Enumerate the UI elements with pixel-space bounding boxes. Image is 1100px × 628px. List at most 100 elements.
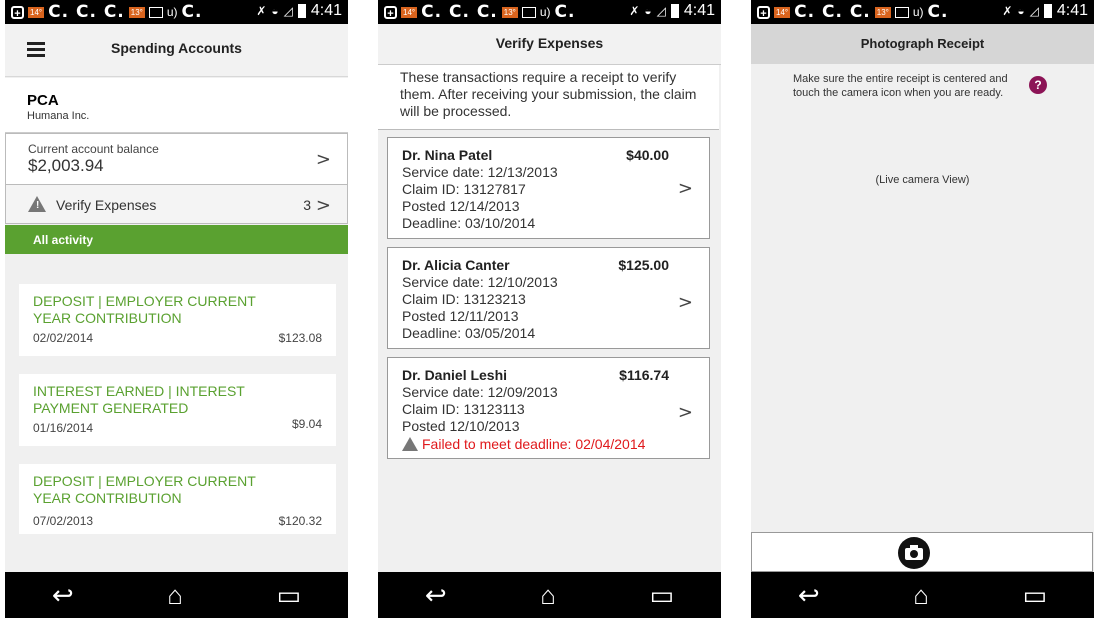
app-header: Photograph Receipt: [751, 24, 1094, 64]
account-name: PCA: [27, 92, 59, 109]
clock: 4:41: [310, 2, 342, 19]
image-icon: [521, 6, 536, 18]
app-header: Verify Expenses: [378, 24, 721, 65]
notification-text: C.: [554, 2, 576, 22]
expense-card[interactable]: Dr. Nina Patel $40.00 Service date: 12/1…: [387, 137, 710, 239]
add-icon: +: [384, 5, 397, 20]
battery-icon: [670, 4, 679, 18]
expense-card[interactable]: Dr. Alicia Canter $125.00 Service date: …: [387, 247, 710, 349]
wifi-icon: ◒: [271, 4, 279, 18]
chevron-right-icon: >: [677, 292, 693, 313]
activity-title: DEPOSIT | EMPLOYER CURRENT YEAR CONTRIBU…: [33, 473, 256, 506]
system-nav-bar: ↩ ⌂ ▭: [378, 572, 721, 618]
chevron-right-icon: >: [677, 402, 693, 423]
deadline-failed: Failed to meet deadline: 02/04/2014: [402, 435, 645, 452]
activity-item[interactable]: DEPOSIT | EMPLOYER CURRENT YEAR CONTRIBU…: [19, 284, 336, 356]
clock: 4:41: [1056, 2, 1088, 19]
service-date: Service date: 12/10/2013: [402, 274, 558, 290]
notification-text: C. C. C.: [421, 2, 498, 22]
home-icon[interactable]: ⌂: [913, 582, 929, 608]
recents-icon[interactable]: ▭: [650, 582, 675, 608]
wifi-icon: ◒: [644, 4, 652, 18]
activity-item[interactable]: DEPOSIT | EMPLOYER CURRENT YEAR CONTRIBU…: [19, 464, 336, 534]
claim-id: Claim ID: 13123113: [402, 401, 525, 417]
activity-title: INTEREST EARNED | INTEREST PAYMENT GENER…: [33, 383, 245, 416]
activity-date: 07/02/2013: [33, 514, 94, 528]
battery-icon: [297, 4, 306, 18]
notification-text: C.: [927, 2, 949, 22]
deadline: Deadline: 03/10/2014: [402, 215, 536, 231]
mute-icon: ✗: [629, 4, 640, 18]
battery-icon: [1043, 4, 1052, 18]
signal-icon: ◿: [283, 4, 293, 18]
photograph-receipt-screen: + 14° C. C. C. 13° u) C. ✗ ◒ ◿ 4:41 Phot…: [751, 0, 1094, 618]
chevron-right-icon: >: [677, 178, 693, 199]
recents-icon[interactable]: ▭: [1023, 582, 1048, 608]
back-icon[interactable]: ↩: [52, 582, 74, 608]
balance-label: Current account balance: [28, 142, 159, 156]
status-bar: + 14° C. C. C. 13° u) C. ✗ ◒ ◿ 4:41: [378, 0, 721, 24]
camera-icon[interactable]: [898, 537, 930, 569]
verify-expenses-row[interactable]: ! Verify Expenses 3 >: [5, 185, 348, 224]
expense-card[interactable]: Dr. Daniel Leshi $116.74 Service date: 1…: [387, 357, 710, 459]
expense-amount: $116.74: [619, 367, 669, 383]
expense-amount: $40.00: [626, 147, 669, 163]
activity-amount: $120.32: [278, 514, 322, 528]
signal-icon: ◿: [1029, 4, 1039, 18]
temperature-badge: 13°: [128, 6, 145, 18]
activity-date: 02/02/2014: [33, 331, 94, 345]
activity-title: DEPOSIT | EMPLOYER CURRENT YEAR CONTRIBU…: [33, 293, 256, 326]
app-header: Spending Accounts: [5, 24, 348, 77]
posted-date: Posted 12/11/2013: [402, 308, 519, 324]
activity-header: All activity: [5, 225, 348, 254]
temperature-badge: 13°: [501, 6, 518, 18]
status-bar: + 14° C. C. C. 13° u) C. ✗ ◒ ◿ 4:41: [5, 0, 348, 24]
usb-icon: u): [166, 5, 178, 19]
usb-icon: u): [539, 5, 551, 19]
balance-value: $2,003.94: [28, 156, 104, 175]
system-nav-bar: ↩ ⌂ ▭: [5, 572, 348, 618]
deadline: Deadline: 03/05/2014: [402, 325, 536, 341]
page-title: Photograph Receipt: [860, 36, 985, 51]
intro-panel: These transactions require a receipt to …: [378, 65, 719, 130]
mute-icon: ✗: [256, 4, 267, 18]
warning-icon: [402, 437, 418, 451]
camera-instructions: Make sure the entire receipt is centered…: [793, 73, 1008, 99]
live-camera-view[interactable]: (Live camera View): [751, 174, 1094, 186]
doctor-name: Dr. Nina Patel: [402, 147, 493, 163]
image-icon: [148, 6, 163, 18]
home-icon[interactable]: ⌂: [167, 582, 183, 608]
intro-text: These transactions require a receipt to …: [400, 69, 697, 119]
warning-icon: !: [28, 196, 46, 212]
activity-amount: $9.04: [291, 417, 322, 431]
status-bar: + 14° C. C. C. 13° u) C. ✗ ◒ ◿ 4:41: [751, 0, 1094, 24]
camera-toolbar: [751, 532, 1093, 572]
activity-amount: $123.08: [278, 331, 322, 345]
wifi-icon: ◒: [1017, 4, 1025, 18]
home-icon[interactable]: ⌂: [540, 582, 556, 608]
doctor-name: Dr. Daniel Leshi: [402, 367, 508, 383]
doctor-name: Dr. Alicia Canter: [402, 257, 510, 273]
chevron-right-icon: >: [315, 195, 331, 216]
account-card: PCA Humana Inc.: [5, 78, 348, 133]
temperature-badge: 14°: [28, 6, 45, 18]
back-icon[interactable]: ↩: [425, 582, 447, 608]
help-icon[interactable]: ?: [1029, 76, 1047, 94]
temperature-badge: 13°: [874, 6, 891, 18]
usb-icon: u): [912, 5, 924, 19]
add-icon: +: [757, 5, 770, 20]
mute-icon: ✗: [1002, 4, 1013, 18]
add-icon: +: [11, 5, 24, 20]
activity-item[interactable]: INTEREST EARNED | INTEREST PAYMENT GENER…: [19, 374, 336, 446]
back-icon[interactable]: ↩: [798, 582, 820, 608]
signal-icon: ◿: [656, 4, 666, 18]
activity-header-label: All activity: [33, 233, 94, 247]
claim-id: Claim ID: 13127817: [402, 181, 526, 197]
balance-row[interactable]: Current account balance $2,003.94 >: [5, 133, 348, 185]
chevron-right-icon: >: [315, 149, 331, 170]
system-nav-bar: ↩ ⌂ ▭: [751, 572, 1094, 618]
notification-text: C.: [181, 2, 203, 22]
recents-icon[interactable]: ▭: [277, 582, 302, 608]
posted-date: Posted 12/10/2013: [402, 418, 520, 434]
expense-amount: $125.00: [618, 257, 669, 273]
